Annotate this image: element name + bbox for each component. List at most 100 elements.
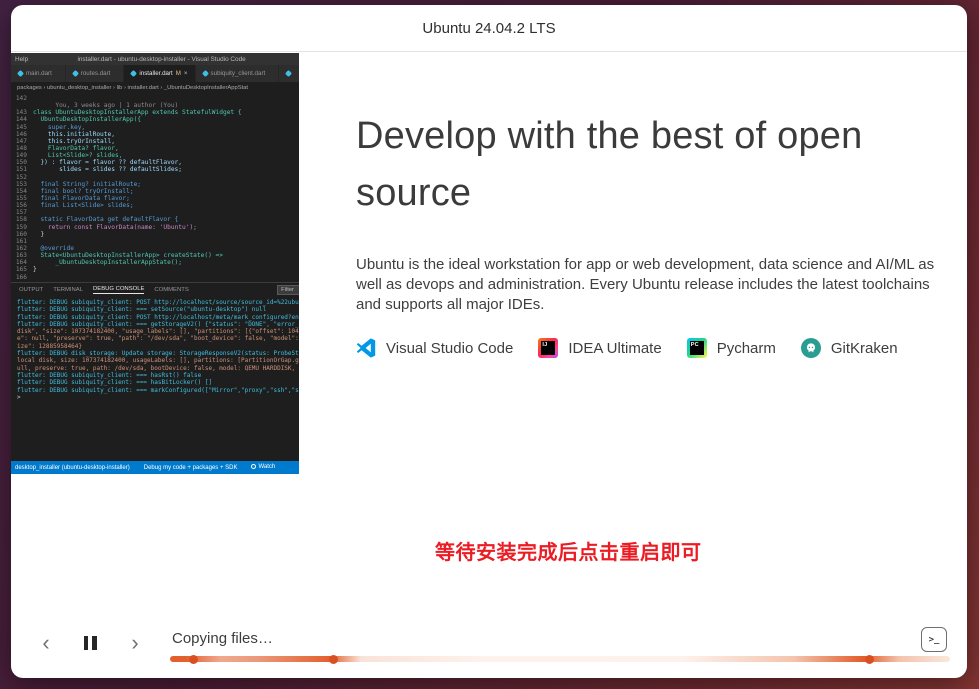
line-number: 158 <box>11 216 33 223</box>
vscode-panel-tabs: OUTPUT TERMINAL DEBUG CONSOLE COMMENTS F… <box>11 282 299 297</box>
statusbar-debug-config: Debug my code + packages + SDK <box>144 465 238 471</box>
vscode-statusbar: desktop_installer (ubuntu-desktop-instal… <box>11 461 299 474</box>
line-number: 155 <box>11 195 33 202</box>
slide-body-text: Ubuntu is the ideal workstation for app … <box>356 255 942 315</box>
vscode-tab-label: subiquity_client.dart <box>211 70 266 77</box>
ide-label: Visual Studio Code <box>386 340 513 357</box>
code-line: 155 final FlavorData flavor; <box>11 195 299 202</box>
vscode-icon <box>356 338 376 358</box>
dart-file-icon <box>130 70 137 77</box>
installer-window: Ubuntu 24.04.2 LTS Help installer.dart -… <box>11 5 967 678</box>
code-text: final FlavorData flavor; <box>33 195 130 202</box>
code-line: 165 } <box>11 266 299 273</box>
vscode-tab-label: routes.dart <box>81 70 111 77</box>
ide-label: GitKraken <box>831 340 898 357</box>
restart-note-annotation: 等待安装完成后点击重启即可 <box>435 536 702 565</box>
code-line: 144 UbuntuDesktopInstallerApp({ <box>11 116 299 123</box>
code-line: 157 <box>11 209 299 216</box>
vscode-titlebar: Help installer.dart - ubuntu-desktop-ins… <box>11 53 299 65</box>
code-text: List<Slide>? slides, <box>33 152 122 159</box>
ide-label: Pycharm <box>717 340 776 357</box>
console-line: ize": 12885958464} <box>17 343 299 350</box>
ide-item-pycharm: PC Pycharm <box>687 338 776 358</box>
line-number <box>11 102 33 109</box>
line-number: 165 <box>11 266 33 273</box>
code-text: class UbuntuDesktopInstallerApp extends … <box>33 109 242 116</box>
line-number: 145 <box>11 124 33 131</box>
code-line: 166 <box>11 274 299 281</box>
slide-content: Develop with the best of open source Ubu… <box>356 108 948 358</box>
code-line: 142 <box>11 95 299 102</box>
console-line: > <box>17 394 299 401</box>
code-text: final bool? tryOrInstall; <box>33 188 134 195</box>
ide-label: IDEA Ultimate <box>568 340 661 357</box>
dart-file-icon <box>285 70 292 77</box>
code-text: @override <box>33 245 74 252</box>
code-line: 158 static FlavorData get defaultFlavor … <box>11 216 299 223</box>
modified-badge: M <box>176 70 181 77</box>
code-line: 162 @override <box>11 245 299 252</box>
panel-tab-terminal: TERMINAL <box>53 287 83 293</box>
code-text: FlavorData? flavor, <box>33 145 119 152</box>
idea-monogram: IJ <box>541 341 555 355</box>
vscode-editor-tab: installer.dart M × <box>124 65 195 82</box>
console-line: ull, preserve: true, path: /dev/sda, boo… <box>17 365 299 372</box>
progress-dot <box>329 655 338 664</box>
install-progress-bar <box>170 656 950 662</box>
code-text: this.initialRoute, <box>33 131 115 138</box>
vscode-menu-help: Help <box>15 56 28 63</box>
progress-dot <box>865 655 874 664</box>
line-number: 146 <box>11 131 33 138</box>
code-line: 160 } <box>11 231 299 238</box>
line-number: 144 <box>11 116 33 123</box>
vscode-editor-tab: main.dart <box>11 65 66 82</box>
gitkraken-icon <box>801 338 821 358</box>
pycharm-monogram: PC <box>690 341 704 355</box>
panel-tab-debug-console: DEBUG CONSOLE <box>93 286 144 294</box>
vscode-editor-tab: subiquity_client.dart <box>196 65 280 82</box>
dart-file-icon <box>201 70 208 77</box>
line-number: 166 <box>11 274 33 281</box>
pause-slideshow-button[interactable] <box>79 633 101 653</box>
line-number: 164 <box>11 259 33 266</box>
code-text: final List<Slide> slides; <box>33 202 134 209</box>
console-line: e": null, "preserve": true, "path": "/de… <box>17 335 299 342</box>
line-number: 152 <box>11 174 33 181</box>
line-number: 161 <box>11 238 33 245</box>
line-number: 163 <box>11 252 33 259</box>
pause-icon <box>84 636 89 650</box>
debug-filter-box: Filter <box>277 285 299 295</box>
ide-list: Visual Studio Code IJ IDEA Ultimate PC P… <box>356 338 948 358</box>
line-number: 148 <box>11 145 33 152</box>
console-line: flutter: DEBUG subiquity_client: POST ht… <box>17 299 299 306</box>
vscode-editor-tab: routes.dart <box>66 65 125 82</box>
vscode-screenshot: Help installer.dart - ubuntu-desktop-ins… <box>11 53 299 474</box>
progress-dot <box>189 655 198 664</box>
statusbar-watch: Watch <box>251 464 275 470</box>
console-line: disk", "size": 107374182400, "usage_labe… <box>17 328 299 335</box>
console-line: flutter: DEBUG subiquity_client: === has… <box>17 372 299 379</box>
code-line: 149 List<Slide>? slides, <box>11 152 299 159</box>
vscode-debug-console: flutter: DEBUG subiquity_client: POST ht… <box>11 297 299 405</box>
ide-item-vscode: Visual Studio Code <box>356 338 513 358</box>
line-number: 142 <box>11 95 33 102</box>
code-line: 154 final bool? tryOrInstall; <box>11 188 299 195</box>
code-line: 146 this.initialRoute, <box>11 131 299 138</box>
pause-icon <box>92 636 97 650</box>
line-number: 147 <box>11 138 33 145</box>
code-line: 152 <box>11 174 299 181</box>
code-line: 150 }) : flavor = flavor ?? defaultFlavo… <box>11 159 299 166</box>
panel-tab-comments: COMMENTS <box>154 287 188 293</box>
code-line: 164 _UbuntuDesktopInstallerAppState(); <box>11 259 299 266</box>
code-line: 147 this.tryOrInstall, <box>11 138 299 145</box>
install-status-text: Copying files… <box>172 630 273 647</box>
next-slide-button[interactable]: › <box>122 630 148 656</box>
code-line: 153 final String? initialRoute; <box>11 181 299 188</box>
terminal-toggle-button[interactable]: >_ <box>921 627 947 652</box>
code-text: final String? initialRoute; <box>33 181 141 188</box>
idea-icon: IJ <box>538 338 558 358</box>
code-text: } <box>33 266 37 273</box>
previous-slide-button[interactable]: ‹ <box>33 630 59 656</box>
line-number: 157 <box>11 209 33 216</box>
code-text: }) : flavor = flavor ?? defaultFlavor, <box>33 159 182 166</box>
